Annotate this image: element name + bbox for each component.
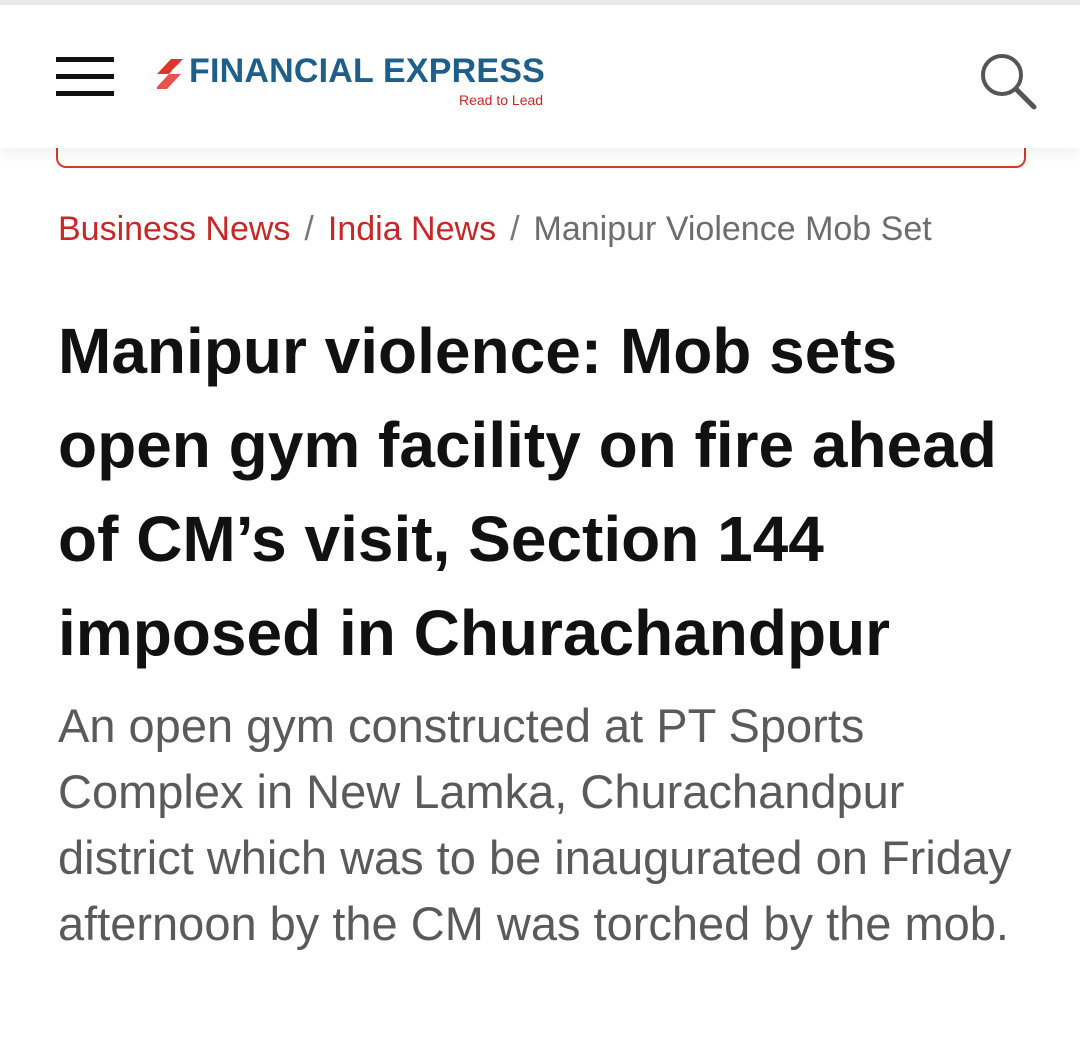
article-summary: An open gym constructed at PT Sports Com… [58, 699, 1012, 950]
article-headline: Manipur violence: Mob sets open gym faci… [58, 315, 997, 669]
breadcrumb-business-news[interactable]: Business News [58, 210, 290, 248]
search-icon [981, 54, 1037, 110]
breadcrumb-india-news[interactable]: India News [328, 210, 496, 248]
menu-button[interactable] [56, 57, 114, 97]
breadcrumb-separator: / [510, 210, 520, 248]
hamburger-menu-icon-line [56, 91, 114, 96]
breadcrumb-separator: / [304, 210, 314, 248]
hamburger-menu-icon [56, 57, 114, 62]
logo-tagline: Read to Lead [459, 92, 544, 108]
breadcrumb: Business News / India News / Manipur Violenc… [58, 210, 1038, 249]
site-header: FINANCIAL EXPRESS Read to Lead [0, 5, 1080, 148]
logo-name: FINANCIAL EXPRESS [189, 52, 546, 90]
logo-mark-icon [157, 59, 183, 89]
hamburger-menu-icon-line [56, 74, 114, 79]
breadcrumb-current: Manipur Violence Mob Set [533, 210, 932, 248]
search-button[interactable] [978, 51, 1038, 111]
